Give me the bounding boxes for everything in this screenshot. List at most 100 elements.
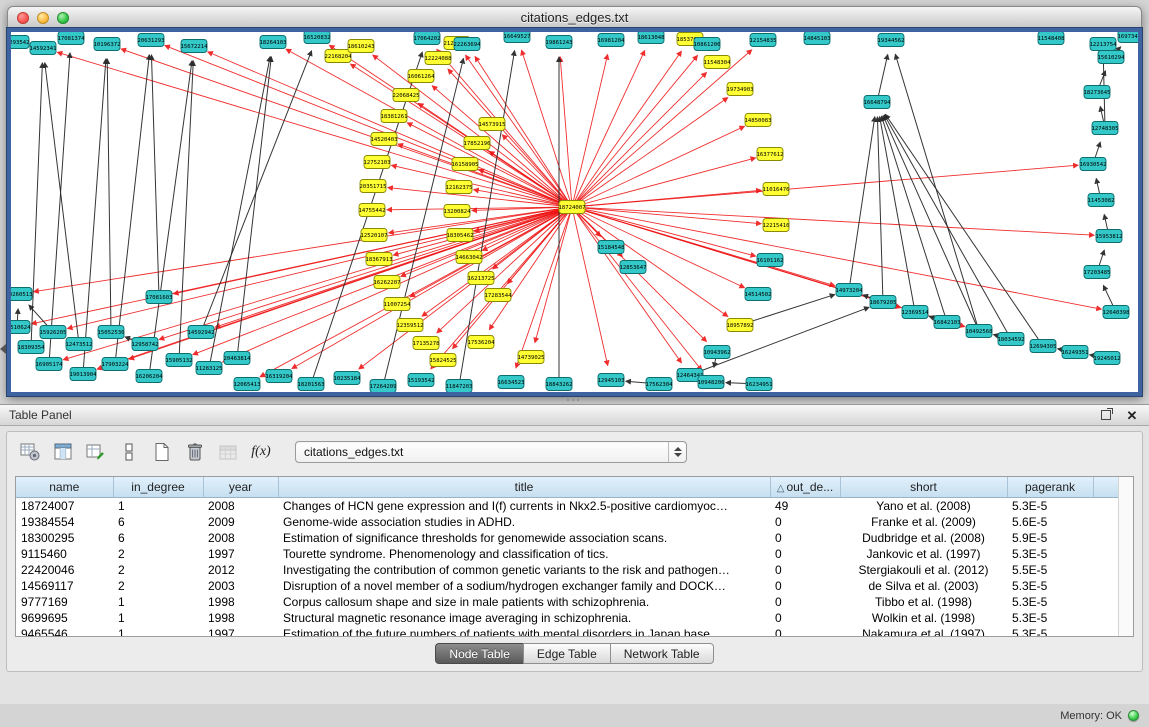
graph-node[interactable]: 10948206 bbox=[698, 376, 725, 389]
graph-node[interactable]: 16206204 bbox=[136, 370, 164, 383]
table-cell[interactable]: 1998 bbox=[203, 610, 278, 626]
table-cell[interactable]: 5.3E-5 bbox=[1007, 610, 1093, 626]
collapse-panel-arrow-icon[interactable] bbox=[0, 344, 6, 354]
graph-node[interactable]: 16158905 bbox=[452, 158, 479, 171]
table-cell[interactable]: 1 bbox=[113, 610, 203, 626]
graph-node[interactable]: 11510624 bbox=[11, 321, 31, 334]
graph-node[interactable]: 17536204 bbox=[468, 336, 496, 349]
table-row[interactable]: 969969511998Structural magnetic resonanc… bbox=[16, 610, 1122, 626]
graph-node[interactable]: 12215416 bbox=[763, 219, 790, 232]
graph-node[interactable]: 18309354 bbox=[18, 341, 46, 354]
graph-node[interactable]: 18613048 bbox=[638, 32, 666, 44]
import-table-icon[interactable] bbox=[215, 439, 241, 465]
graph-node[interactable]: 14845103 bbox=[804, 32, 831, 45]
graph-node[interactable]: 14973204 bbox=[836, 284, 864, 297]
graph-node[interactable]: 15926205 bbox=[40, 326, 67, 339]
graph-node[interactable]: 12640398 bbox=[1103, 306, 1131, 319]
graph-edge[interactable] bbox=[115, 55, 149, 364]
graph-node[interactable]: 15610294 bbox=[1098, 51, 1126, 64]
graph-edge[interactable] bbox=[107, 59, 111, 332]
graph-node[interactable]: 18679205 bbox=[870, 296, 897, 309]
table-cell[interactable]: Estimation of the future numbers of pati… bbox=[278, 626, 770, 638]
table-cell[interactable]: 2 bbox=[113, 562, 203, 578]
graph-node[interactable]: 14755442 bbox=[359, 204, 386, 217]
graph-node[interactable]: 14739025 bbox=[518, 351, 545, 364]
table-cell[interactable]: Genome-wide association studies in ADHD. bbox=[278, 514, 770, 530]
table-cell[interactable]: 1 bbox=[113, 497, 203, 514]
table-cell[interactable]: Wolkin et al. (1998) bbox=[840, 610, 1007, 626]
graph-edge[interactable] bbox=[572, 56, 697, 207]
float-panel-icon[interactable] bbox=[1098, 408, 1114, 422]
graph-node[interactable]: 12520107 bbox=[361, 229, 388, 242]
window-titlebar[interactable]: citations_edges.txt bbox=[7, 6, 1142, 28]
graph-edge[interactable] bbox=[237, 57, 271, 358]
function-builder-icon[interactable]: f(x) bbox=[248, 439, 274, 465]
table-row[interactable]: 946554611997Estimation of the future num… bbox=[16, 626, 1122, 638]
graph-edge[interactable] bbox=[31, 63, 42, 347]
table-cell[interactable]: Nakamura et al. (1997) bbox=[840, 626, 1007, 638]
graph-node[interactable]: 15052536 bbox=[98, 326, 125, 339]
graph-node[interactable]: 11453082 bbox=[1088, 194, 1115, 207]
table-cell[interactable]: 6 bbox=[113, 514, 203, 530]
graph-node[interactable]: 16213725 bbox=[468, 272, 495, 285]
graph-edge[interactable] bbox=[572, 51, 645, 207]
graph-edge[interactable] bbox=[849, 117, 875, 290]
graph-node[interactable]: 10861206 bbox=[694, 38, 721, 51]
graph-node[interactable]: 10943962 bbox=[704, 346, 731, 359]
table-cell[interactable]: 18300295 bbox=[16, 530, 113, 546]
graph-node[interactable]: 18273645 bbox=[1084, 86, 1111, 99]
graph-node[interactable]: 16981204 bbox=[598, 34, 626, 47]
graph-node[interactable]: 18264103 bbox=[260, 36, 287, 49]
table-row[interactable]: 1938455462009Genome-wide association stu… bbox=[16, 514, 1122, 530]
graph-node[interactable]: 19734903 bbox=[727, 83, 754, 96]
table-cell[interactable]: 5.3E-5 bbox=[1007, 497, 1093, 514]
table-cell[interactable]: 9777169 bbox=[16, 594, 113, 610]
graph-node[interactable]: 22068425 bbox=[393, 89, 420, 102]
table-cell[interactable]: de Silva et al. (2003) bbox=[840, 578, 1007, 594]
graph-node[interactable]: 18034592 bbox=[998, 333, 1025, 346]
table-row[interactable]: 1456911722003Disruption of a novel membe… bbox=[16, 578, 1122, 594]
graph-node[interactable]: 16377612 bbox=[757, 148, 784, 161]
network-canvas-svg[interactable]: 1872400715824525171352781235951211007254… bbox=[11, 32, 1138, 392]
graph-node[interactable]: 17283544 bbox=[485, 289, 513, 302]
graph-node[interactable]: 15184548 bbox=[598, 241, 626, 254]
table-cell[interactable]: 2009 bbox=[203, 514, 278, 530]
table-cell[interactable]: Disruption of a novel member of a sodium… bbox=[278, 578, 770, 594]
table-cell[interactable]: 5.3E-5 bbox=[1007, 626, 1093, 638]
graph-node[interactable]: 12162375 bbox=[446, 181, 473, 194]
graph-node[interactable]: 20631293 bbox=[138, 34, 165, 47]
graph-edge[interactable] bbox=[882, 116, 947, 322]
table-cell[interactable]: 2012 bbox=[203, 562, 278, 578]
table-row[interactable]: 2242004622012Investigating the contribut… bbox=[16, 562, 1122, 578]
graph-node[interactable]: 17903224 bbox=[102, 358, 130, 371]
graph-node[interactable]: 12752103 bbox=[364, 156, 391, 169]
table-cell[interactable]: 5.3E-5 bbox=[1007, 594, 1093, 610]
table-cell[interactable]: Dudbridge et al. (2008) bbox=[840, 530, 1007, 546]
graph-node[interactable]: 11847203 bbox=[446, 380, 473, 393]
graph-edge[interactable] bbox=[68, 207, 572, 328]
graph-edge[interactable] bbox=[572, 207, 608, 365]
table-cell[interactable]: 1 bbox=[113, 594, 203, 610]
graph-node[interactable]: 18843262 bbox=[546, 378, 573, 391]
table-cell[interactable]: 9465546 bbox=[16, 626, 113, 638]
table-row[interactable]: 1830029562008Estimation of significance … bbox=[16, 530, 1122, 546]
memory-status-orb-icon[interactable] bbox=[1128, 710, 1139, 721]
table-cell[interactable]: 1997 bbox=[203, 546, 278, 562]
graph-edge[interactable] bbox=[572, 55, 608, 207]
graph-node[interactable]: 16649527 bbox=[504, 32, 531, 43]
tab-node-table[interactable]: Node Table bbox=[435, 643, 524, 664]
table-cell[interactable]: 18724007 bbox=[16, 497, 113, 514]
graph-node[interactable]: 18201563 bbox=[298, 378, 325, 391]
graph-node[interactable]: 17852196 bbox=[464, 137, 491, 150]
graph-edge[interactable] bbox=[690, 307, 869, 375]
table-cell[interactable]: Tourette syndrome. Phenomenology and cla… bbox=[278, 546, 770, 562]
table-row[interactable]: 1872400712008Changes of HCN gene express… bbox=[16, 497, 1122, 514]
graph-node[interactable]: 12369514 bbox=[902, 306, 930, 319]
graph-node[interactable]: 11007254 bbox=[384, 298, 412, 311]
graph-node[interactable]: 19013904 bbox=[70, 368, 98, 381]
graph-node[interactable]: 14850083 bbox=[745, 114, 772, 127]
table-row[interactable]: 977716911998Corpus callosum shape and si… bbox=[16, 594, 1122, 610]
graph-node[interactable]: 12154835 bbox=[750, 34, 777, 47]
table-cell[interactable]: 1 bbox=[113, 626, 203, 638]
graph-edge[interactable] bbox=[45, 63, 79, 344]
